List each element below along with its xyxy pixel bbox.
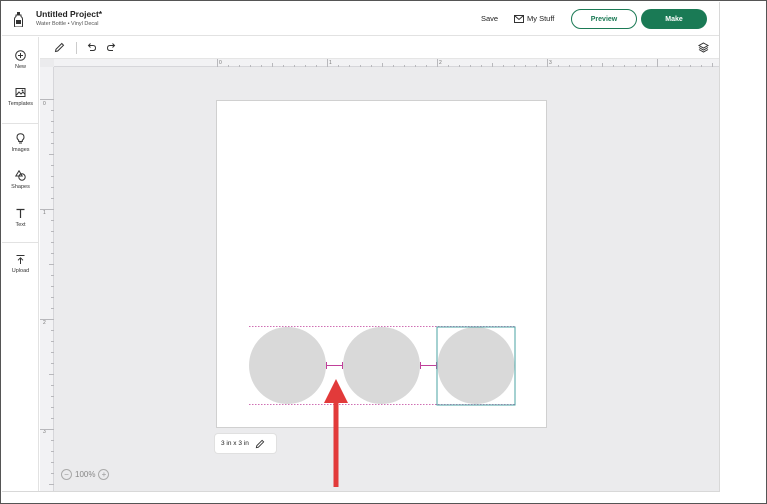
pencil-icon[interactable] xyxy=(255,439,265,449)
sidebar-item-shapes[interactable]: Shapes xyxy=(2,170,39,190)
sidebar-item-label: Shapes xyxy=(11,184,30,190)
design-canvas[interactable]: 0 1 2 3 0 1 2 3 3 in x 3 in − 100% + xyxy=(40,59,719,491)
water-bottle-icon xyxy=(14,12,23,27)
sidebar-item-label: Images xyxy=(11,147,30,153)
upload-icon xyxy=(16,255,25,264)
circle-shape-2[interactable] xyxy=(343,327,420,404)
top-header: Untitled Project* Water Bottle • Vinyl D… xyxy=(2,2,719,36)
make-button[interactable]: Make xyxy=(641,9,707,29)
size-label: 3 in x 3 in xyxy=(221,440,249,447)
sidebar-divider xyxy=(2,123,39,124)
edit-toolbar xyxy=(40,37,719,59)
zoom-out-button[interactable]: − xyxy=(61,469,72,480)
left-sidebar: New Templates Images Shapes Text Upload xyxy=(2,37,39,491)
lightbulb-icon xyxy=(16,133,25,144)
screenshot-frame: Untitled Project* Water Bottle • Vinyl D… xyxy=(0,0,767,504)
spacing-guide-2 xyxy=(420,362,437,369)
sidebar-item-upload[interactable]: Upload xyxy=(2,254,39,274)
spacing-guide-1 xyxy=(326,362,343,369)
project-title[interactable]: Untitled Project* xyxy=(36,9,102,19)
design-space-app: Untitled Project* Water Bottle • Vinyl D… xyxy=(2,2,720,492)
shapes-icon xyxy=(15,170,26,181)
sidebar-item-images[interactable]: Images xyxy=(2,133,39,153)
my-stuff-label: My Stuff xyxy=(527,14,555,23)
text-icon xyxy=(16,208,25,218)
shapes-layer xyxy=(249,326,516,487)
project-subtitle: Water Bottle • Vinyl Decal xyxy=(36,21,99,27)
sidebar-item-label: Upload xyxy=(11,268,30,274)
sidebar-item-text[interactable]: Text xyxy=(2,208,39,228)
sidebar-item-label: Templates xyxy=(7,101,34,107)
redo-icon[interactable] xyxy=(106,42,117,53)
sidebar-item-label: New xyxy=(14,64,26,70)
sidebar-item-templates[interactable]: Templates xyxy=(2,87,39,107)
envelope-icon xyxy=(514,14,524,23)
circle-shape-1[interactable] xyxy=(249,327,326,404)
my-stuff-button[interactable]: My Stuff xyxy=(514,14,554,23)
sidebar-item-new[interactable]: New xyxy=(2,50,39,70)
toolbar-divider xyxy=(76,42,77,54)
layers-icon[interactable] xyxy=(698,42,709,53)
undo-icon[interactable] xyxy=(86,42,97,53)
sidebar-divider xyxy=(2,242,39,243)
zoom-in-button[interactable]: + xyxy=(98,469,110,480)
zoom-level: 100% xyxy=(75,470,96,479)
templates-icon xyxy=(15,88,26,97)
sidebar-item-label: Text xyxy=(15,222,26,228)
red-arrow-annotation xyxy=(324,379,348,487)
size-indicator[interactable]: 3 in x 3 in xyxy=(215,434,276,453)
save-button[interactable]: Save xyxy=(481,14,498,23)
plus-circle-icon xyxy=(15,50,26,61)
zoom-control: − 100% + xyxy=(61,469,110,480)
pencil-icon[interactable] xyxy=(54,42,65,53)
preview-button[interactable]: Preview xyxy=(571,9,637,29)
circle-shape-3[interactable] xyxy=(437,327,515,404)
